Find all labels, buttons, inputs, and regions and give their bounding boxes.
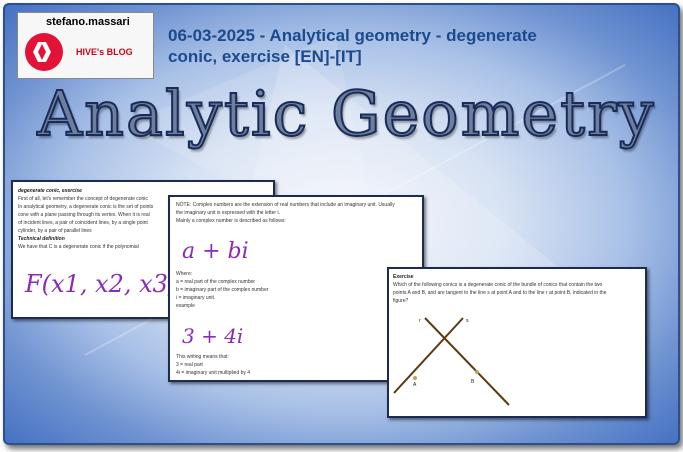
complex-numbers-card: NOTE: Complex numbers are the extension … xyxy=(168,195,424,382)
label-s: s xyxy=(466,318,469,324)
post-title-line2: conic, exercise [EN]-[IT] xyxy=(168,47,362,66)
card2-line: example xyxy=(176,303,195,309)
hive-logo-icon xyxy=(25,33,63,71)
handwriting-function: F(x1, x2, x3) xyxy=(25,270,178,298)
banner-heading: Analytic Geometry xyxy=(36,76,656,151)
label-r: r xyxy=(419,318,421,324)
point-b xyxy=(475,370,479,374)
post-title: 06-03-2025 - Analytical geometry - degen… xyxy=(168,25,628,67)
exercise-card: Exercise Which of the following conics i… xyxy=(387,267,647,418)
label-b: B xyxy=(471,379,475,385)
point-a xyxy=(413,376,417,380)
logo-username: stefano.massari xyxy=(46,16,130,28)
line-r xyxy=(424,317,510,406)
card2-line: Where: xyxy=(176,271,193,277)
card2-line: b = imaginary part of the complex number xyxy=(176,287,269,293)
card3-heading: Exercise xyxy=(393,274,414,280)
card2-line: 3 = real part xyxy=(176,362,203,368)
card3-line: figure? xyxy=(393,298,409,304)
card2-line: This writing means that: xyxy=(176,354,229,360)
card3-line: Which of the following conics is a degen… xyxy=(393,282,603,288)
card2-line: the imaginary unit is expressed with the… xyxy=(176,210,280,216)
handwriting-a-plus-bi: a + bi xyxy=(182,239,249,264)
logo-blog-label: HIVE's BLOG xyxy=(76,47,133,57)
post-title-line1: 06-03-2025 - Analytical geometry - degen… xyxy=(168,26,537,45)
card1-heading: degenerate conic, exercise xyxy=(18,188,82,194)
thumbnail-frame: stefano.massari HIVE's BLOG 06-03-2025 -… xyxy=(3,3,680,445)
card3-line: points A and B, and are tangent to the l… xyxy=(393,290,607,296)
card2-line: 4i = imaginary unit multiplied by 4 xyxy=(176,370,251,376)
tangent-lines-diagram xyxy=(393,317,510,406)
handwriting-3-plus-4i: 3 + 4i xyxy=(182,324,244,348)
card2-line: NOTE: Complex numbers are the extension … xyxy=(176,202,395,208)
card2-line: Mainly a complex number is described as … xyxy=(176,218,286,224)
card2-line: a = real part of the complex number xyxy=(176,279,256,285)
hive-blog-logo[interactable]: stefano.massari HIVE's BLOG xyxy=(17,12,154,79)
line-s xyxy=(393,317,464,394)
card2-line: i = imaginary unit. xyxy=(176,295,216,301)
label-a: A xyxy=(413,382,417,388)
